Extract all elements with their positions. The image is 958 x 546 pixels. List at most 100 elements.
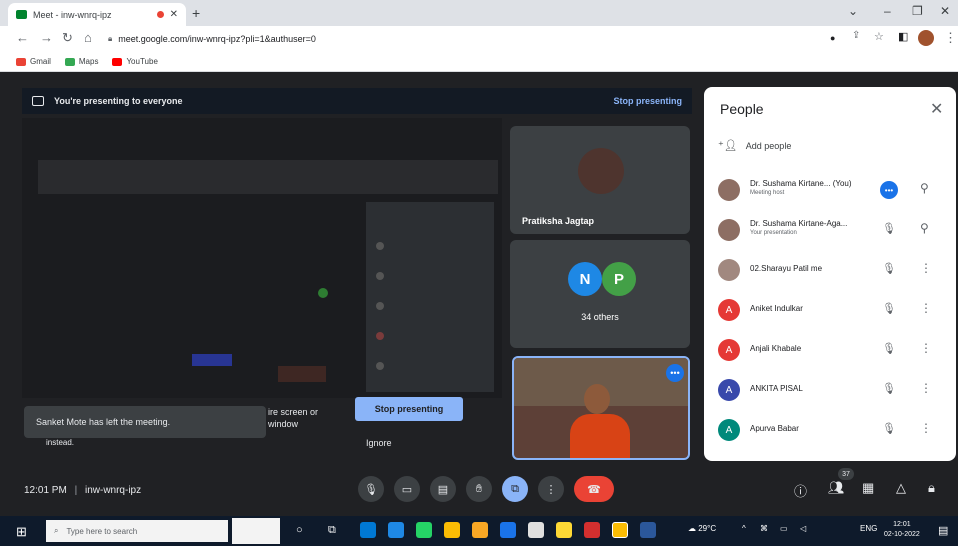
present-now-button[interactable]: ⧉ — [502, 476, 528, 502]
search-placeholder: Type here to search — [66, 526, 138, 536]
camera-in-use-icon[interactable]: ● — [830, 33, 835, 43]
raise-hand-button[interactable]: ✋︎ — [466, 476, 492, 502]
taskbar-date: 02-10-2022 — [884, 531, 920, 538]
hand-icon: ✋︎ — [475, 482, 483, 495]
address-bar[interactable]: 🔒︎ meet.google.com/inw-wnrq-ipz?pli=1&au… — [108, 30, 808, 48]
participant-row[interactable]: A Apurva Babar 🎙︎ ⋮ — [704, 411, 956, 451]
forward-icon[interactable]: → — [40, 30, 53, 45]
task-view-icon[interactable]: ⧉ — [328, 524, 336, 537]
input-language[interactable]: ENG — [860, 524, 877, 533]
notifications-icon[interactable]: ▤ — [938, 524, 948, 537]
mic-toggle-button[interactable]: 🎙︎ — [358, 476, 384, 502]
participant-name: Pratiksha Jagtap — [522, 216, 595, 226]
more-vert-icon: ⋮ — [545, 483, 557, 496]
more-options-icon[interactable]: ⋮ — [920, 381, 932, 395]
pin-icon[interactable]: ⚲ — [920, 181, 929, 195]
camera-toggle-button[interactable]: ▭ — [394, 476, 420, 502]
minimize-icon[interactable]: – — [884, 4, 891, 18]
chrome-icon[interactable] — [444, 522, 460, 538]
maps-icon — [64, 57, 75, 66]
store-icon[interactable] — [500, 522, 516, 538]
lock-icon: 🔒︎ — [108, 34, 113, 43]
participant-row[interactable]: Dr. Sushama Kirtane-Aga... Your presenta… — [704, 211, 956, 251]
participant-tile-others[interactable]: N P 34 others — [510, 240, 690, 348]
captions-button[interactable]: ▤ — [430, 476, 456, 502]
activities-icon[interactable]: △ — [896, 480, 906, 496]
shared-dot — [376, 332, 384, 340]
home-icon[interactable]: ⌂ — [84, 30, 92, 45]
meeting-details-icon[interactable]: ⓘ — [794, 481, 807, 500]
add-people-label: Add people — [745, 140, 792, 151]
leave-call-button[interactable]: ☎︎ — [574, 476, 614, 502]
mail-icon[interactable] — [388, 522, 404, 538]
participant-row[interactable]: A ANKITA PISAL 🎙︎ ⋮ — [704, 371, 956, 411]
search-icon: ⌕ — [54, 526, 59, 535]
host-controls-icon[interactable]: 🔒︎ — [928, 480, 935, 496]
app-icon[interactable] — [528, 522, 544, 538]
powerpoint-icon[interactable] — [584, 522, 600, 538]
share-icon[interactable]: ⇪ — [852, 30, 860, 41]
self-view-tile[interactable]: ••• — [512, 356, 690, 460]
more-options-icon[interactable]: ••• — [666, 364, 684, 382]
pin-icon[interactable]: ⚲ — [920, 221, 929, 235]
ignore-button[interactable]: Ignore — [366, 438, 392, 448]
bookmark-gmail[interactable]: Gmail — [16, 57, 51, 66]
participant-role: Your presentation — [750, 230, 797, 236]
close-window-icon[interactable]: ✕ — [940, 4, 950, 18]
browser-menu-icon[interactable]: ⋮ — [944, 30, 957, 46]
bookmark-maps[interactable]: Maps — [64, 57, 98, 66]
meeting-time: 12:01 PM — [24, 485, 67, 496]
windows-start-icon[interactable]: ⊞ — [16, 524, 27, 540]
people-icon[interactable]: 👥︎ — [828, 480, 845, 496]
chat-icon[interactable]: ▦ — [862, 480, 874, 496]
close-tab-icon[interactable]: ✕ — [170, 9, 178, 20]
bookmark-star-icon[interactable]: ☆ — [874, 30, 884, 43]
volume-icon[interactable]: ◁ — [800, 524, 806, 533]
bookmark-youtube[interactable]: YouTube — [112, 57, 158, 66]
whatsapp-icon[interactable] — [416, 522, 432, 538]
participant-row[interactable]: A Aniket Indulkar 🎙︎ ⋮ — [704, 291, 956, 331]
taskbar-search-box[interactable]: ⌕ Type here to search — [46, 520, 228, 542]
participant-row[interactable]: 02.Sharayu Patil me 🎙︎ ⋮ — [704, 251, 956, 291]
network-icon[interactable]: ⌘ — [760, 524, 768, 533]
back-icon[interactable]: ← — [16, 30, 29, 45]
reload-icon[interactable]: ↻ — [62, 30, 73, 46]
participant-name: Dr. Sushama Kirtane... (You) — [750, 179, 852, 188]
self-view-face — [584, 384, 610, 414]
speaking-indicator-icon: ••• — [880, 181, 898, 199]
weather-widget[interactable]: ☁︎ 29°C — [688, 524, 716, 533]
shared-green-dot — [318, 288, 328, 298]
close-panel-icon[interactable]: ✕ — [930, 99, 943, 119]
word-icon[interactable] — [640, 522, 656, 538]
browser-tab-meet[interactable]: Meet - inw-wnrq-ipz ✕ — [8, 3, 186, 26]
cortana-icon[interactable]: ○ — [296, 524, 303, 536]
chrome-active-icon[interactable] — [612, 522, 628, 538]
participant-row[interactable]: Dr. Sushama Kirtane... (You) Meeting hos… — [704, 171, 956, 211]
more-options-icon[interactable]: ⋮ — [920, 421, 932, 435]
avatar — [578, 148, 624, 194]
participant-row[interactable]: A Anjali Khabale 🎙︎ ⋮ — [704, 331, 956, 371]
app-icon[interactable] — [556, 522, 572, 538]
more-options-icon[interactable]: ⋮ — [920, 301, 932, 315]
add-people-button[interactable]: ⁺👤︎ Add people — [718, 139, 791, 152]
search-highlight-image — [232, 518, 280, 544]
new-tab-icon[interactable]: + — [192, 5, 200, 21]
side-panel-icon[interactable]: ◧ — [898, 30, 908, 43]
stop-presenting-link[interactable]: Stop presenting — [613, 96, 682, 106]
more-options-button[interactable]: ⋮ — [538, 476, 564, 502]
stop-presenting-button[interactable]: Stop presenting — [355, 397, 463, 421]
tab-search-icon[interactable]: ⌄ — [848, 4, 858, 18]
maximize-icon[interactable]: ❐ — [912, 4, 923, 18]
more-options-icon[interactable]: ⋮ — [920, 341, 932, 355]
file-explorer-icon[interactable] — [472, 522, 488, 538]
avatar: A — [718, 299, 740, 321]
more-options-icon[interactable]: ⋮ — [920, 261, 932, 275]
tray-overflow-icon[interactable]: ^ — [742, 524, 746, 533]
profile-avatar[interactable] — [918, 30, 934, 46]
battery-icon[interactable]: ▭ — [780, 524, 788, 533]
share-dialog-line: ire screen or — [268, 407, 319, 417]
edge-icon[interactable] — [360, 522, 376, 538]
shared-screen — [22, 118, 502, 398]
participant-tile-pratiksha[interactable]: Pratiksha Jagtap — [510, 126, 690, 234]
taskbar-clock[interactable]: 12:01 02-10-2022 — [884, 520, 920, 540]
